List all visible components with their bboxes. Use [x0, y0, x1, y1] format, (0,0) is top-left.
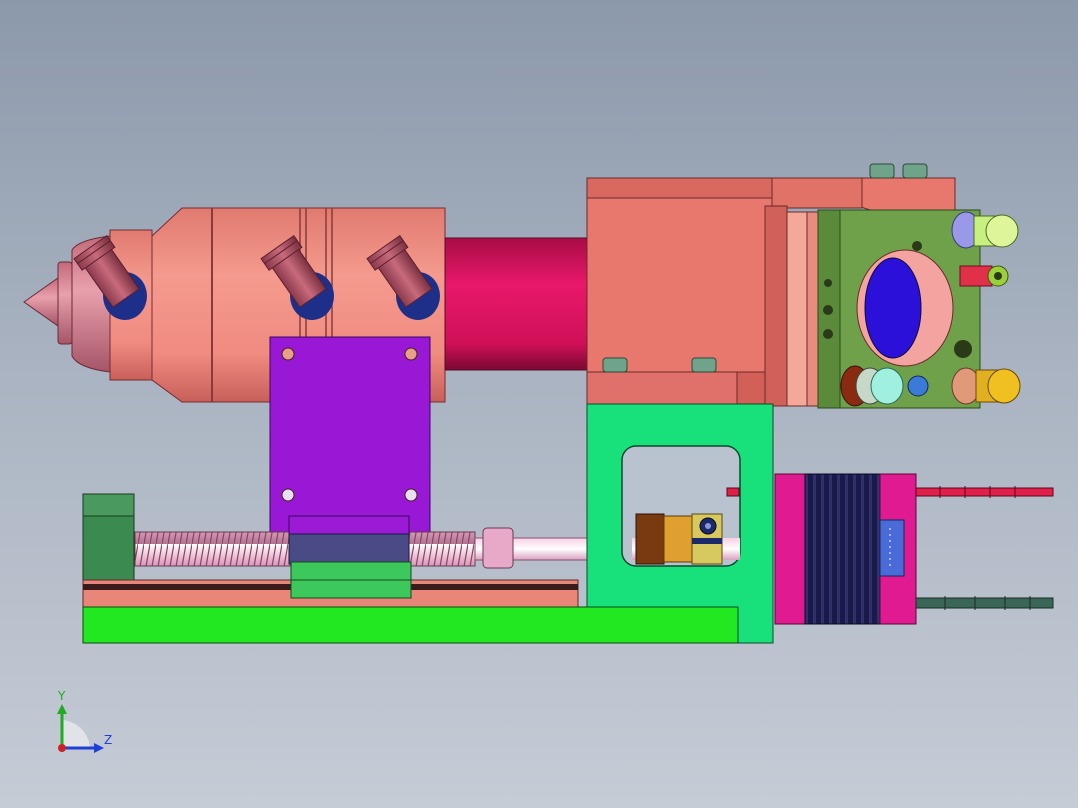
end-support-block [82, 493, 135, 583]
axis-y-label: Y [57, 689, 66, 703]
barrel [444, 237, 591, 371]
carriage-plate [269, 336, 431, 534]
stepper-motor [774, 473, 917, 625]
base-rail [82, 606, 739, 644]
motor-wire-dark [915, 596, 1054, 610]
cad-model-view[interactable]: Y Z [0, 0, 1078, 808]
leadscrew-nut [288, 515, 410, 565]
axis-z-label: Z [104, 733, 112, 747]
axis-triad: Y Z [57, 689, 112, 753]
cad-viewport[interactable]: Y Z [0, 0, 1078, 808]
linear-guide [82, 561, 579, 608]
adjuster-knob-bottom-right [951, 367, 1021, 405]
adjuster-knob-top-right [951, 211, 1019, 249]
adjuster-screw-middle [959, 265, 1009, 287]
mirror-lens [864, 257, 922, 359]
